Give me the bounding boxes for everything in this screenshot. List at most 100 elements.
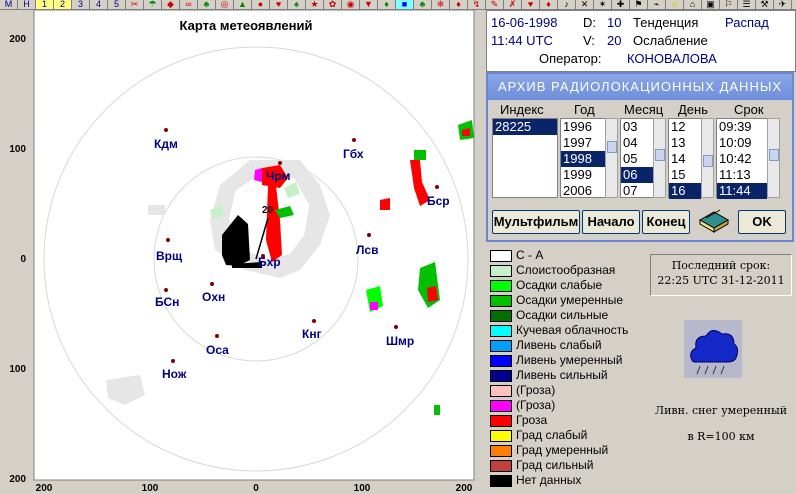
legend-swatch <box>490 355 512 367</box>
legend-swatch <box>490 250 512 262</box>
tool-icon-29[interactable]: ⚑ <box>630 0 648 9</box>
month-item[interactable]: 03 <box>621 119 653 135</box>
tool-icon-8[interactable]: ● <box>252 0 270 9</box>
term-item[interactable]: 11:13 <box>717 167 767 183</box>
tool-icon-1[interactable]: ✂ <box>126 0 144 9</box>
day-listbox[interactable]: 12 13 14 15 16 <box>668 118 702 199</box>
toolbar-button-3[interactable]: 3 <box>72 0 90 9</box>
year-item[interactable]: 1997 <box>561 135 605 151</box>
year-scrollbar[interactable] <box>605 118 618 198</box>
operator-value: КОНОВАЛОВА <box>627 51 717 66</box>
tool-icon-28[interactable]: ✚ <box>612 0 630 9</box>
toolbar-button-5[interactable]: 5 <box>108 0 126 9</box>
legend-label: С - А <box>516 248 544 262</box>
index-item[interactable]: 28225 <box>493 119 557 135</box>
tool-icon-15[interactable]: ♦ <box>378 0 396 9</box>
tool-icon-17[interactable]: ♣ <box>414 0 432 9</box>
month-item[interactable]: 05 <box>621 151 653 167</box>
toolbar-button-1[interactable]: 1 <box>36 0 54 9</box>
tool-icon-13[interactable]: ◉ <box>342 0 360 9</box>
tool-icon-36[interactable]: ⚒ <box>756 0 774 9</box>
toolbar-button-2[interactable]: 2 <box>54 0 72 9</box>
end-button[interactable]: Конец <box>642 210 690 234</box>
toolbar: M H 1 2 3 4 5 ✂ ☂ ◆ ∞ ♣ ◎ ▲ ● ♥ ♠ ★ ✿ ◉ … <box>0 0 796 10</box>
year-item[interactable]: 1998 <box>561 151 605 167</box>
tool-icon-19[interactable]: ♦ <box>450 0 468 9</box>
tool-icon-4[interactable]: ∞ <box>180 0 198 9</box>
year-item[interactable]: 1996 <box>561 119 605 135</box>
tool-icon-37[interactable]: ✈ <box>774 0 792 9</box>
day-item[interactable]: 12 <box>669 119 701 135</box>
day-scrollbar[interactable] <box>701 118 714 198</box>
tool-icon-35[interactable]: ☰ <box>738 0 756 9</box>
legend-label: Ливень сильный <box>516 368 608 382</box>
term-item[interactable]: 10:42 <box>717 151 767 167</box>
tool-icon-5[interactable]: ♣ <box>198 0 216 9</box>
tool-icon-23[interactable]: ♥ <box>522 0 540 9</box>
legend-label: Осадки слабые <box>516 278 603 292</box>
tool-icon-30[interactable]: ⌁ <box>648 0 666 9</box>
city-label: Кдм <box>154 137 178 151</box>
tool-icon-14[interactable]: ▼ <box>360 0 378 9</box>
term-item[interactable]: 09:39 <box>717 119 767 135</box>
legend-item: Осадки сильные <box>488 308 638 323</box>
tool-icon-33[interactable]: ▣ <box>702 0 720 9</box>
book-icon[interactable] <box>696 206 732 234</box>
tool-icon-27[interactable]: ✶ <box>594 0 612 9</box>
term-item[interactable]: 11:44 <box>717 183 767 199</box>
month-item[interactable]: 04 <box>621 135 653 151</box>
month-item[interactable]: 07 <box>621 183 653 199</box>
tool-icon-12[interactable]: ✿ <box>324 0 342 9</box>
tool-icon-25[interactable]: ♪ <box>558 0 576 9</box>
tool-icon-7[interactable]: ▲ <box>234 0 252 9</box>
legend-label: (Гроза) <box>516 398 556 412</box>
year-item[interactable]: 1999 <box>561 167 605 183</box>
tool-icon-11[interactable]: ★ <box>306 0 324 9</box>
legend-swatch <box>490 265 512 277</box>
axis-bottom-label: 100 <box>142 483 159 494</box>
day-item[interactable]: 16 <box>669 183 701 199</box>
start-button[interactable]: Начало <box>582 210 640 234</box>
tool-icon-31[interactable]: ☺ <box>666 0 684 9</box>
year-item[interactable]: 2006 <box>561 183 605 199</box>
term-scrollbar[interactable] <box>767 118 780 198</box>
toolbar-button-h[interactable]: H <box>18 0 36 9</box>
year-listbox[interactable]: 1996 1997 1998 1999 2006 <box>560 118 606 198</box>
toolbar-button-4[interactable]: 4 <box>90 0 108 9</box>
term-listbox[interactable]: 09:39 10:09 10:42 11:13 11:44 <box>716 118 768 199</box>
month-item[interactable]: 06 <box>621 167 653 183</box>
tool-icon-6[interactable]: ◎ <box>216 0 234 9</box>
tool-icon-2[interactable]: ☂ <box>144 0 162 9</box>
index-listbox[interactable]: 28225 <box>492 118 558 198</box>
month-listbox[interactable]: 03 04 05 06 07 <box>620 118 654 198</box>
day-item[interactable]: 13 <box>669 135 701 151</box>
legend-item: Град умеренный <box>488 443 638 458</box>
header-term: Срок <box>734 102 764 117</box>
tool-icon-10[interactable]: ♠ <box>288 0 306 9</box>
tool-icon-18[interactable]: ❄ <box>432 0 450 9</box>
legend-item: Гроза <box>488 413 638 428</box>
axis-left-label: 100 <box>9 144 26 155</box>
legend-label: Ливень слабый <box>516 338 602 352</box>
ok-button[interactable]: OK <box>738 210 786 234</box>
radar-map[interactable]: Карта метеоявлений 20 200 100 0 100 200 … <box>0 10 484 494</box>
tool-icon-3[interactable]: ◆ <box>162 0 180 9</box>
tool-icon-16[interactable]: ■ <box>396 0 414 9</box>
month-scrollbar[interactable] <box>653 118 666 198</box>
toolbar-button-m[interactable]: M <box>0 0 18 9</box>
tool-icon-9[interactable]: ♥ <box>270 0 288 9</box>
term-item[interactable]: 10:09 <box>717 135 767 151</box>
tool-icon-22[interactable]: ✗ <box>504 0 522 9</box>
tool-icon-26[interactable]: ✕ <box>576 0 594 9</box>
tool-icon-24[interactable]: ♦ <box>540 0 558 9</box>
header-index: Индекс <box>500 102 544 117</box>
tool-icon-34[interactable]: ⚐ <box>720 0 738 9</box>
tool-icon-20[interactable]: ↯ <box>468 0 486 9</box>
day-item[interactable]: 15 <box>669 167 701 183</box>
multfilm-button[interactable]: Мультфильм <box>492 210 580 234</box>
tool-icon-32[interactable]: ⌂ <box>684 0 702 9</box>
day-item[interactable]: 14 <box>669 151 701 167</box>
legend-swatch <box>490 400 512 412</box>
city-label: Шмр <box>386 334 414 348</box>
tool-icon-21[interactable]: ✎ <box>486 0 504 9</box>
